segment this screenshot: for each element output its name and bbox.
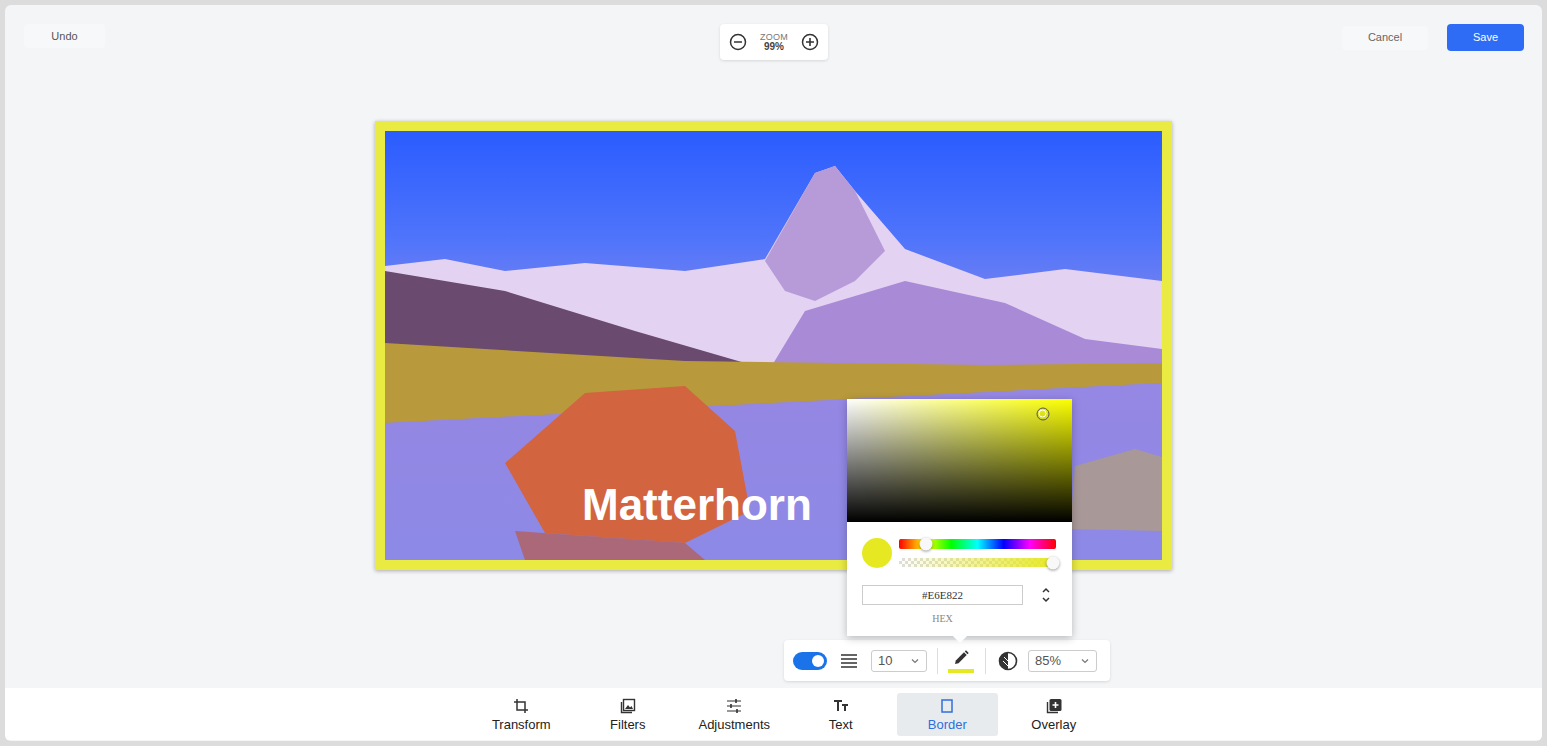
crop-icon <box>513 698 529 714</box>
format-label: HEX <box>862 611 1023 626</box>
tool-tabs: Transform Filters Adjustments Text Border Ove… <box>5 688 1542 740</box>
alpha-thumb[interactable] <box>1046 556 1059 569</box>
hex-value: #E6E822 <box>922 587 963 604</box>
tab-label: Transform <box>492 718 551 731</box>
hue-thumb[interactable] <box>919 538 932 551</box>
zoom-in-icon <box>801 33 819 51</box>
tab-label: Overlay <box>1031 718 1076 731</box>
width-select[interactable]: 10 <box>871 650 927 672</box>
editor-window: Undo ZOOM99% Cancel Save Matterhorn 10 85% Tran… <box>5 5 1542 741</box>
format-switch-icon <box>1041 585 1051 605</box>
chevron-down-icon <box>910 656 920 666</box>
format-switch[interactable] <box>1023 585 1051 605</box>
save-button[interactable]: Save <box>1447 24 1524 51</box>
opacity-icon <box>998 651 1018 671</box>
pencil-icon <box>952 649 970 667</box>
zoom-control: ZOOM99% <box>720 24 828 60</box>
divider <box>985 648 986 674</box>
tool-tab[interactable]: Filters <box>577 693 678 736</box>
tool-tab[interactable]: Transform <box>471 693 572 736</box>
tool-tab[interactable]: Border <box>897 693 998 736</box>
text-icon <box>833 698 849 714</box>
opacity-select[interactable]: 85% <box>1028 650 1097 672</box>
alpha-slider[interactable] <box>899 558 1056 567</box>
color-indicator <box>948 669 974 673</box>
tab-label: Filters <box>610 718 645 731</box>
width-value: 10 <box>878 651 892 671</box>
hue-slider[interactable] <box>899 539 1056 549</box>
handle-ring <box>1039 410 1047 418</box>
border-toolbar: 10 85% <box>784 640 1110 681</box>
cancel-button[interactable]: Cancel <box>1342 26 1428 50</box>
undo-button[interactable]: Undo <box>24 24 105 48</box>
square-icon <box>939 698 955 714</box>
text-layer[interactable]: Matterhorn <box>582 483 812 527</box>
overlay-icon <box>1046 698 1062 714</box>
tab-label: Text <box>829 718 853 731</box>
zoom-out-button[interactable] <box>729 33 747 51</box>
zoom-in-button[interactable] <box>801 33 819 51</box>
zoom-value: 99% <box>764 42 784 52</box>
color-swatch <box>862 538 892 568</box>
chevron-down-icon <box>1080 656 1090 666</box>
color-picker: #E6E822 HEX <box>847 399 1072 636</box>
alpha-gradient <box>899 558 1056 567</box>
divider <box>937 648 938 674</box>
saturation-handle[interactable] <box>1036 407 1049 420</box>
zoom-label: ZOOM <box>760 32 788 42</box>
color-button[interactable] <box>948 649 974 673</box>
opacity-value: 85% <box>1035 651 1061 671</box>
saturation-area[interactable] <box>847 399 1072 522</box>
line-width-icon <box>840 653 858 669</box>
zoom-out-icon <box>729 33 747 51</box>
tool-tab[interactable]: Adjustments <box>684 693 785 736</box>
top-bar: Undo ZOOM99% Cancel Save <box>5 5 1542 61</box>
tool-tab[interactable]: Text <box>790 693 891 736</box>
filters-icon <box>620 698 636 714</box>
tab-label: Adjustments <box>698 718 770 731</box>
tab-label: Border <box>928 718 967 731</box>
sliders-icon <box>726 698 742 714</box>
border-toggle[interactable] <box>793 652 827 670</box>
tool-tab[interactable]: Overlay <box>1003 693 1104 736</box>
hex-input[interactable]: #E6E822 <box>862 585 1023 605</box>
